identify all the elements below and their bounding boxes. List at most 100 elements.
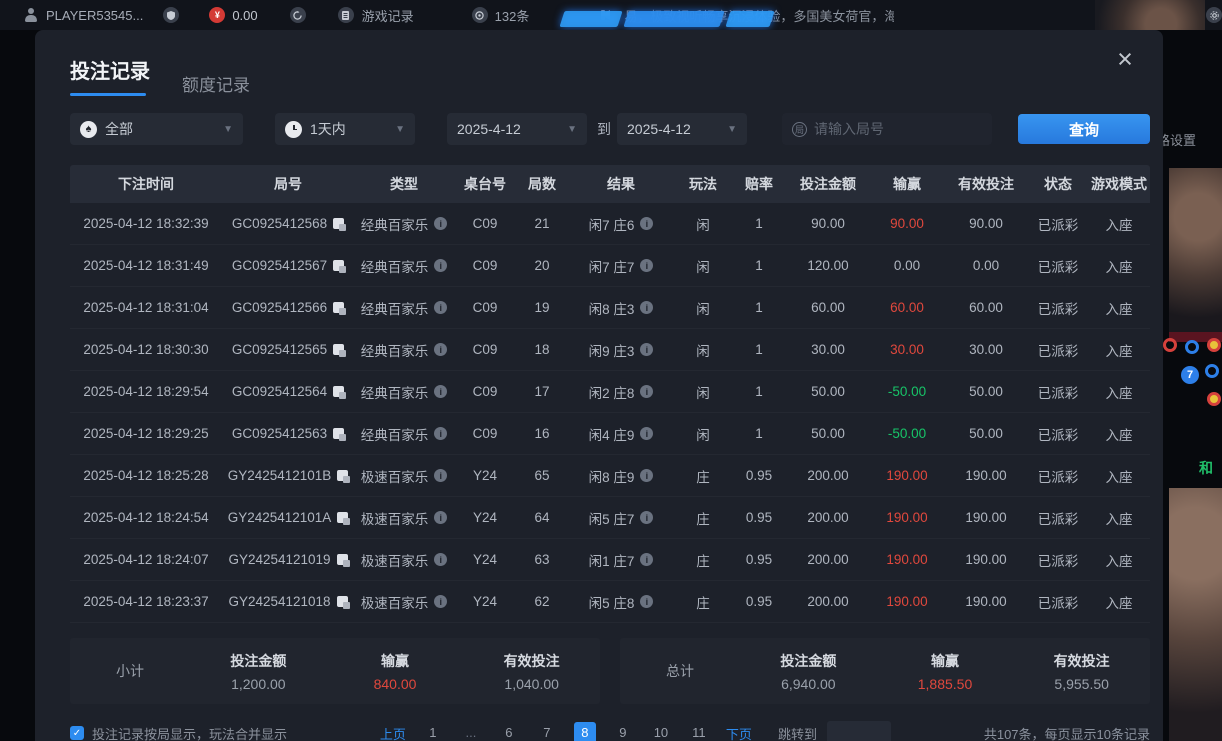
info-icon[interactable] <box>434 301 447 314</box>
copy-icon[interactable] <box>337 470 348 481</box>
bet-time: 2025-04-12 18:30:30 <box>70 342 222 357</box>
player-roadmap-dot <box>1185 340 1199 354</box>
play-type: 闲 <box>674 214 732 234</box>
info-icon[interactable] <box>434 385 447 398</box>
column-header: 状态 <box>1028 174 1088 194</box>
info-icon[interactable] <box>640 259 653 272</box>
column-header: 局数 <box>516 174 568 194</box>
table-row[interactable]: 2025-04-12 18:29:54 GC0925412564 经典百家乐 C… <box>70 371 1150 413</box>
play-type: 闲 <box>674 382 732 402</box>
jump-input[interactable] <box>827 721 891 741</box>
bet-amount: 200.00 <box>786 552 870 567</box>
result-cell: 闲1 庄7 <box>568 550 674 570</box>
info-icon[interactable] <box>434 259 447 272</box>
table-row[interactable]: 2025-04-12 18:23:37 GY24254121018 极速百家乐 … <box>70 581 1150 623</box>
info-icon[interactable] <box>434 553 447 566</box>
copy-icon[interactable] <box>333 428 344 439</box>
dealer-video-thumbnail <box>1169 488 1222 741</box>
info-icon[interactable] <box>434 469 447 482</box>
info-icon[interactable] <box>640 469 653 482</box>
date-to-select[interactable]: 2025-4-12 <box>617 113 747 145</box>
result-cell: 闲8 庄9 <box>568 466 674 486</box>
info-icon[interactable] <box>640 217 653 230</box>
info-icon[interactable] <box>434 427 447 440</box>
info-icon[interactable] <box>434 217 447 230</box>
odds: 1 <box>732 216 786 231</box>
refresh-icon[interactable] <box>290 7 306 23</box>
game-record-label[interactable]: 游戏记录 <box>362 6 414 25</box>
merge-display-label: 投注记录按局显示，玩法合并显示 <box>92 724 287 741</box>
game-mode: 入座 <box>1088 256 1150 276</box>
table-row[interactable]: 2025-04-12 18:29:25 GC0925412563 经典百家乐 C… <box>70 413 1150 455</box>
tab-bet-records[interactable]: 投注记录 <box>70 55 150 96</box>
result-cell: 闲8 庄3 <box>568 298 674 318</box>
table-number: C09 <box>454 384 516 399</box>
page-button[interactable]: 6 <box>498 722 520 741</box>
next-page-button[interactable]: 下页 <box>726 724 752 741</box>
table-row[interactable]: 2025-04-12 18:24:07 GY24254121019 极速百家乐 … <box>70 539 1150 581</box>
copy-icon[interactable] <box>333 386 344 397</box>
table-row[interactable]: 2025-04-12 18:24:54 GY2425412101A 极速百家乐 … <box>70 497 1150 539</box>
merge-display-checkbox[interactable] <box>70 726 84 740</box>
footer-bar: 投注记录按局显示，玩法合并显示 上页 1...67891011 下页 跳转到 共… <box>70 718 1150 741</box>
game-type-cell: 极速百家乐 <box>354 508 454 528</box>
table-row[interactable]: 2025-04-12 18:31:04 GC0925412566 经典百家乐 C… <box>70 287 1150 329</box>
copy-icon[interactable] <box>333 218 344 229</box>
promo-logo <box>562 10 772 28</box>
close-icon[interactable] <box>1111 46 1139 74</box>
page-button[interactable]: 9 <box>612 722 634 741</box>
info-icon[interactable] <box>434 343 447 356</box>
info-icon[interactable] <box>640 301 653 314</box>
round-number: 17 <box>516 384 568 399</box>
bet-amount: 30.00 <box>786 342 870 357</box>
period-select[interactable]: 1天内 <box>275 113 415 145</box>
info-icon[interactable] <box>640 511 653 524</box>
player-count-chip: 7 <box>1181 366 1199 384</box>
subtotal-valid-label: 有效投注 <box>463 651 600 671</box>
bet-time: 2025-04-12 18:31:04 <box>70 300 222 315</box>
table-number: Y24 <box>454 510 516 525</box>
copy-icon[interactable] <box>337 554 348 565</box>
info-icon[interactable] <box>640 553 653 566</box>
tab-quota-records[interactable]: 额度记录 <box>182 71 250 96</box>
column-header: 有效投注 <box>944 174 1028 194</box>
query-button[interactable]: 查询 <box>1018 114 1150 144</box>
gear-icon[interactable] <box>1206 7 1222 23</box>
table-row[interactable]: 2025-04-12 18:32:39 GC0925412568 经典百家乐 C… <box>70 203 1150 245</box>
page-button[interactable]: 11 <box>688 722 710 741</box>
copy-icon[interactable] <box>333 260 344 271</box>
game-number-search <box>782 113 992 145</box>
info-icon[interactable] <box>640 595 653 608</box>
copy-icon[interactable] <box>337 512 348 523</box>
page-button[interactable]: 1 <box>422 722 444 741</box>
category-select[interactable]: 全部 <box>70 113 243 145</box>
info-icon[interactable] <box>434 511 447 524</box>
game-record-icon[interactable] <box>338 7 354 23</box>
info-icon[interactable] <box>640 343 653 356</box>
page-button-current[interactable]: 8 <box>574 722 596 741</box>
table-row[interactable]: 2025-04-12 18:25:28 GY2425412101B 极速百家乐 … <box>70 455 1150 497</box>
page-button[interactable]: 7 <box>536 722 558 741</box>
copy-icon[interactable] <box>333 344 344 355</box>
bet-amount: 200.00 <box>786 510 870 525</box>
status-badge: 已派彩 <box>1028 298 1088 318</box>
status-badge: 已派彩 <box>1028 214 1088 234</box>
winloss-amount: 190.00 <box>870 594 944 609</box>
result-cell: 闲7 庄6 <box>568 214 674 234</box>
date-from-select[interactable]: 2025-4-12 <box>447 113 587 145</box>
table-row[interactable]: 2025-04-12 18:30:30 GC0925412565 经典百家乐 C… <box>70 329 1150 371</box>
copy-icon[interactable] <box>337 596 348 607</box>
info-icon[interactable] <box>434 595 447 608</box>
table-number: C09 <box>454 342 516 357</box>
total-winloss-label: 输赢 <box>877 651 1014 671</box>
prev-page-button[interactable]: 上页 <box>380 724 406 741</box>
info-icon[interactable] <box>640 427 653 440</box>
game-mode: 入座 <box>1088 508 1150 528</box>
page-button[interactable]: 10 <box>650 722 672 741</box>
bet-amount: 200.00 <box>786 468 870 483</box>
search-input[interactable] <box>814 121 995 137</box>
table-row[interactable]: 2025-04-12 18:31:49 GC0925412567 经典百家乐 C… <box>70 245 1150 287</box>
game-mode: 入座 <box>1088 550 1150 570</box>
copy-icon[interactable] <box>333 302 344 313</box>
info-icon[interactable] <box>640 385 653 398</box>
